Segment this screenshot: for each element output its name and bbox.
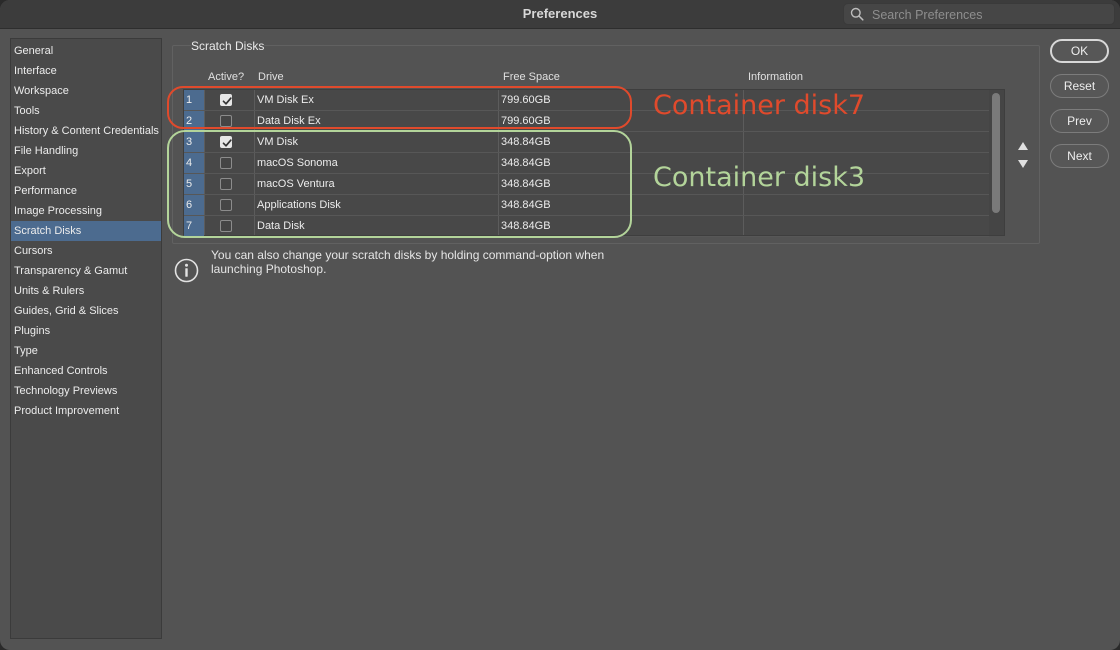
sidebar-item-interface[interactable]: Interface	[11, 61, 161, 81]
column-header-active: Active?	[208, 71, 245, 83]
preferences-window: Preferences GeneralInterfaceWorkspaceToo…	[0, 0, 1120, 650]
sidebar-item-tools[interactable]: Tools	[11, 101, 161, 121]
sidebar-item-plugins[interactable]: Plugins	[11, 321, 161, 341]
prev-button[interactable]: Prev	[1050, 109, 1109, 133]
annotation-label-green: Container disk3	[653, 162, 866, 193]
annotation-label-red: Container disk7	[653, 90, 866, 121]
next-button[interactable]: Next	[1050, 144, 1109, 168]
panel-title: Scratch Disks	[191, 39, 265, 53]
info-note: You can also change your scratch disks b…	[211, 248, 605, 276]
sidebar-item-units-and-rulers[interactable]: Units & Rulers	[11, 281, 161, 301]
search-icon	[850, 7, 864, 26]
scrollbar-thumb[interactable]	[992, 93, 1000, 213]
triangle-down-icon[interactable]	[1017, 156, 1029, 168]
search-input[interactable]	[870, 5, 1114, 25]
sidebar-item-product-improvement[interactable]: Product Improvement	[11, 401, 161, 421]
sidebar-item-export[interactable]: Export	[11, 161, 161, 181]
sidebar-item-enhanced-controls[interactable]: Enhanced Controls	[11, 361, 161, 381]
annotation-outline-red	[167, 86, 632, 129]
sidebar-item-history-and-content-credentials[interactable]: History & Content Credentials	[11, 121, 161, 141]
preferences-sidebar: General Interface Workspace Tools History & …	[10, 38, 162, 639]
ok-button[interactable]: OK	[1050, 39, 1109, 63]
sidebar-item-image-processing[interactable]: Image Processing	[11, 201, 161, 221]
sidebar-item-cursors[interactable]: Cursors	[11, 241, 161, 261]
sidebar-item-transparency-and-gamut[interactable]: Transparency & Gamut	[11, 261, 161, 281]
column-header-free-space: Free Space	[503, 71, 560, 83]
sidebar-item-performance[interactable]: Performance	[11, 181, 161, 201]
title-bar: Preferences	[0, 0, 1120, 29]
info-icon	[174, 258, 199, 288]
search-field[interactable]	[843, 3, 1115, 25]
sidebar-item-type[interactable]: Type	[11, 341, 161, 361]
sidebar-item-technology-previews[interactable]: Technology Previews	[11, 381, 161, 401]
column-header-information: Information	[748, 71, 804, 83]
sidebar-item-file-handling[interactable]: File Handling	[11, 141, 161, 161]
triangle-up-icon[interactable]	[1017, 138, 1029, 150]
sidebar-item-guides-grid-and-slices[interactable]: Guides, Grid & Slices	[11, 301, 161, 321]
sidebar-item-general[interactable]: General	[11, 41, 161, 61]
sidebar-item-workspace[interactable]: Workspace	[11, 81, 161, 101]
annotation-outline-green	[167, 130, 632, 238]
sidebar-item-scratch-disks[interactable]: Scratch Disks	[11, 221, 161, 241]
column-header-drive: Drive	[258, 71, 284, 83]
reset-button[interactable]: Reset	[1050, 74, 1109, 98]
